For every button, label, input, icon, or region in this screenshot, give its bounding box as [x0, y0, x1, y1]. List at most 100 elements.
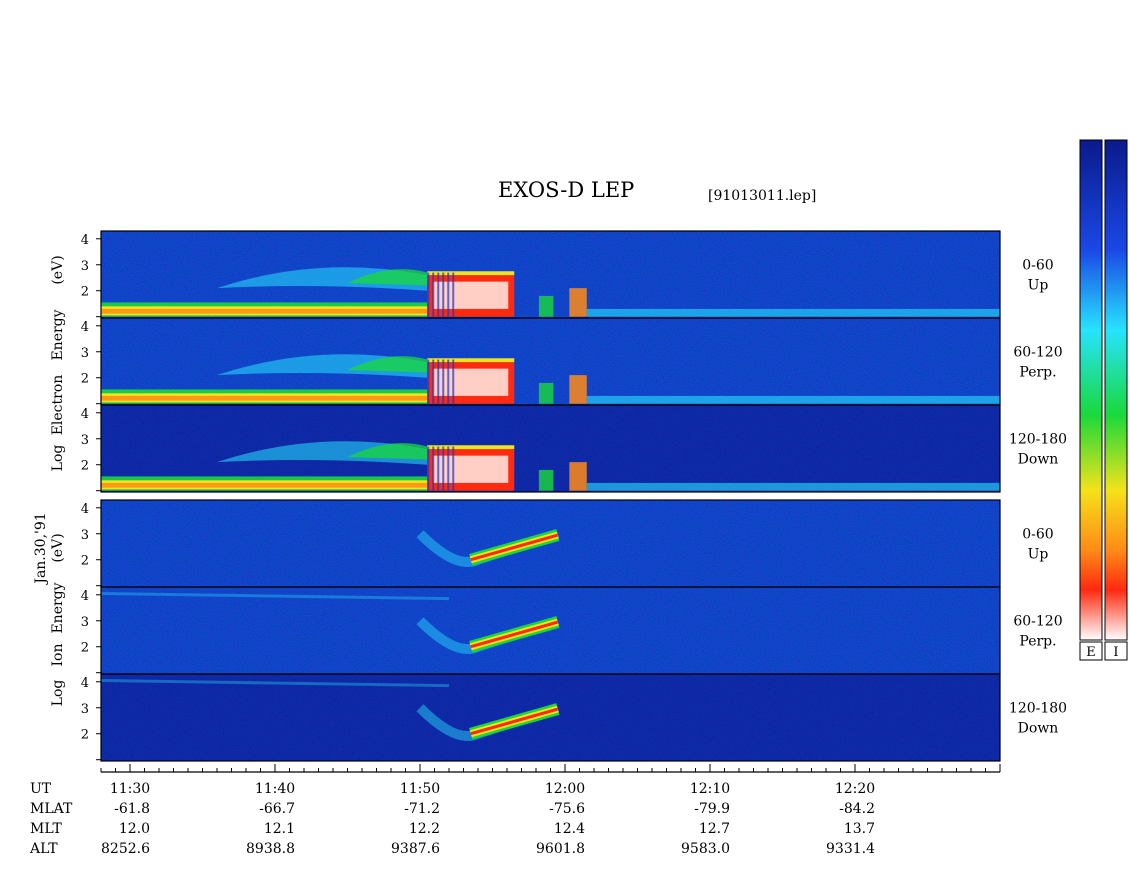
cusp-stripe [432, 272, 435, 317]
x-row-label: ALT [29, 841, 58, 857]
electron-low-band-orange [101, 482, 428, 488]
electron-patch [569, 462, 587, 491]
y-tick-label: 3 [81, 615, 89, 630]
cusp-stripe [452, 446, 455, 491]
electron-patch [569, 288, 587, 317]
y-tick-label: 3 [81, 346, 89, 361]
cusp-stripe [437, 446, 440, 491]
colorbar-label: I [1113, 645, 1118, 660]
cusp-stripe [427, 359, 430, 404]
electron-tail [586, 395, 1000, 404]
x-tick-value: 9387.6 [391, 841, 440, 857]
x-tick-value: 12.4 [554, 821, 585, 837]
y-axis-label: Energy [50, 309, 66, 360]
panel-direction-label: Up [1028, 547, 1049, 563]
panel-direction-label: Perp. [1019, 365, 1056, 381]
cusp-white [433, 455, 509, 483]
electron-patch [538, 295, 554, 317]
panel-direction-label: Perp. [1019, 634, 1056, 650]
cusp-stripe [452, 272, 455, 317]
cusp-stripe [442, 446, 445, 491]
cusp-white [433, 368, 509, 396]
x-tick-value: 12:10 [690, 781, 730, 797]
cusp-stripe [447, 359, 450, 404]
cusp-yellow-edge [427, 271, 515, 276]
cusp-stripe [437, 272, 440, 317]
y-tick-label: 3 [81, 259, 89, 274]
x-tick-value: 13.7 [844, 821, 875, 837]
y-tick-label: 3 [81, 433, 89, 448]
y-tick-label: 4 [81, 233, 89, 248]
electron-patch [538, 382, 554, 404]
x-tick-value: 12.2 [409, 821, 440, 837]
electron-tail [586, 482, 1000, 491]
y-tick-label: 2 [81, 728, 89, 743]
y-axis-label: Energy [50, 582, 66, 633]
cusp-stripe [437, 359, 440, 404]
x-tick-value: 11:30 [110, 781, 150, 797]
x-tick-value: 12.0 [119, 821, 150, 837]
y-axis-label: (eV) [50, 533, 66, 562]
file-label: [91013011.lep] [708, 188, 816, 204]
x-tick-value: 12.1 [264, 821, 295, 837]
panel-angle-label: 60-120 [1013, 345, 1062, 361]
y-tick-label: 4 [81, 502, 89, 517]
cusp-yellow-edge [427, 445, 515, 450]
x-tick-value: 12:00 [545, 781, 585, 797]
x-tick-value: -61.8 [114, 801, 150, 817]
x-tick-value: 9601.8 [536, 841, 585, 857]
chart-title: EXOS-D LEP [498, 178, 634, 202]
y-axis-label: Log [50, 445, 66, 472]
cusp-stripe [442, 272, 445, 317]
panel-angle-label: 0-60 [1022, 527, 1053, 543]
cusp-stripe [452, 359, 455, 404]
panel-noise [101, 674, 1000, 761]
cusp-stripe [447, 272, 450, 317]
x-tick-value: 12.7 [699, 821, 730, 837]
electron-low-band-orange [101, 395, 428, 401]
colorbar-label: E [1086, 645, 1096, 660]
x-row-label: MLAT [30, 801, 73, 817]
y-tick-label: 4 [81, 589, 89, 604]
colorbar [1104, 139, 1128, 641]
y-tick-label: 2 [81, 641, 89, 656]
x-tick-value: -71.2 [404, 801, 440, 817]
y-tick-label: 2 [81, 372, 89, 387]
panel-angle-label: 120-180 [1009, 432, 1067, 448]
date-label: Jan.30,'91 [33, 512, 49, 585]
cusp-stripe [427, 446, 430, 491]
x-tick-value: -84.2 [839, 801, 875, 817]
x-tick-value: 9331.4 [826, 841, 875, 857]
x-tick-value: 11:40 [255, 781, 295, 797]
panel-angle-label: 0-60 [1022, 258, 1053, 274]
x-tick-value: 11:50 [400, 781, 440, 797]
cusp-white [433, 281, 509, 309]
y-axis-label: Log [50, 680, 66, 707]
electron-patch [538, 469, 554, 491]
cusp-stripe [447, 446, 450, 491]
y-tick-label: 2 [81, 459, 89, 474]
cusp-stripe [432, 359, 435, 404]
y-axis-label: Ion [50, 644, 66, 667]
lep-spectrogram-chart: EXOS-D LEP [91013011.lep] 4 3 2 4 3 2 4 3 2 4 3 2 4 3… [29, 139, 1128, 857]
y-axis-label: (eV) [50, 255, 66, 284]
x-tick-value: 12:20 [835, 781, 875, 797]
y-axis-label: Electron [50, 375, 66, 436]
panel-direction-label: Down [1018, 452, 1059, 468]
x-tick-value: -66.7 [259, 801, 295, 817]
panel-angle-label: 120-180 [1009, 701, 1067, 717]
panel-noise [101, 587, 1000, 674]
y-tick-label: 4 [81, 320, 89, 335]
y-tick-label: 4 [81, 407, 89, 422]
x-row-label: MLT [30, 821, 62, 837]
cusp-stripe [442, 359, 445, 404]
x-tick-value: 9583.0 [681, 841, 730, 857]
x-tick-value: -75.6 [549, 801, 585, 817]
y-tick-label: 2 [81, 285, 89, 300]
x-tick-value: 8938.8 [246, 841, 295, 857]
panel-noise [101, 500, 1000, 587]
y-tick-label: 3 [81, 528, 89, 543]
colorbar [1079, 139, 1103, 641]
cusp-yellow-edge [427, 358, 515, 363]
cusp-stripe [427, 272, 430, 317]
